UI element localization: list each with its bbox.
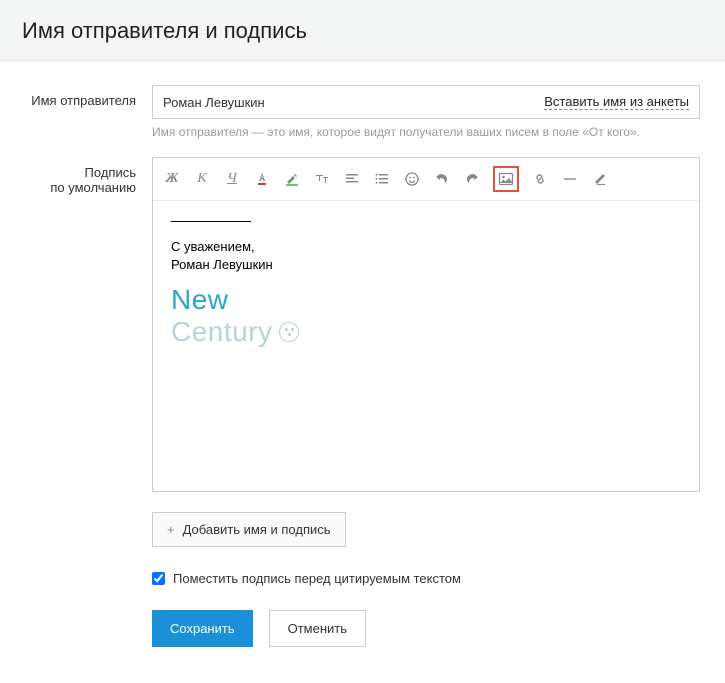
- add-signature-label: Добавить имя и подпись: [183, 522, 331, 537]
- horizontal-rule-button[interactable]: [561, 170, 579, 188]
- emoji-button[interactable]: [403, 170, 421, 188]
- signature-line1: С уважением,: [171, 239, 255, 254]
- logo-line1: New: [171, 284, 681, 316]
- text-color-button[interactable]: [253, 170, 271, 188]
- clear-format-button[interactable]: [591, 170, 609, 188]
- page-title: Имя отправителя и подпись: [22, 18, 703, 44]
- sender-input-wrap: Вставить имя из анкеты: [152, 85, 700, 119]
- editor-body[interactable]: С уважением, Роман Левушкин New Century: [153, 201, 699, 491]
- signature-logo: New Century: [171, 284, 681, 348]
- insert-from-profile-link[interactable]: Вставить имя из анкеты: [544, 94, 689, 110]
- save-button[interactable]: Сохранить: [152, 610, 253, 647]
- sender-hint: Имя отправителя — это имя, которое видят…: [152, 125, 700, 139]
- signature-label-line2: по умолчанию: [50, 180, 136, 195]
- sender-name-input[interactable]: [153, 86, 544, 118]
- list-button[interactable]: [373, 170, 391, 188]
- redo-button[interactable]: [463, 170, 481, 188]
- bold-button[interactable]: Ж: [163, 170, 181, 188]
- signature-label-line1: Подпись: [85, 165, 136, 180]
- sender-row: Имя отправителя Вставить имя из анкеты И…: [0, 85, 703, 139]
- place-before-quote-checkbox[interactable]: [152, 572, 165, 585]
- signature-line2: Роман Левушкин: [171, 257, 273, 272]
- place-before-quote-label: Поместить подпись перед цитируемым текст…: [173, 571, 461, 586]
- logo-icon: [279, 322, 299, 342]
- align-button[interactable]: [343, 170, 361, 188]
- italic-button[interactable]: К: [193, 170, 211, 188]
- actions-row: Сохранить Отменить: [152, 610, 700, 647]
- content: Имя отправителя Вставить имя из анкеты И…: [0, 61, 725, 683]
- signature-text: С уважением, Роман Левушкин: [171, 238, 681, 274]
- signature-editor: Ж К Ч: [152, 157, 700, 492]
- font-size-button[interactable]: [313, 170, 331, 188]
- place-before-quote-row[interactable]: Поместить подпись перед цитируемым текст…: [152, 571, 700, 586]
- plus-icon: +: [167, 522, 175, 537]
- signature-divider: [171, 221, 251, 222]
- logo-line2-text: Century: [171, 316, 273, 348]
- editor-toolbar: Ж К Ч: [153, 158, 699, 201]
- highlight-color-button[interactable]: [283, 170, 301, 188]
- cancel-button[interactable]: Отменить: [269, 610, 366, 647]
- insert-link-button[interactable]: [531, 170, 549, 188]
- sender-label: Имя отправителя: [0, 85, 152, 139]
- underline-button[interactable]: Ч: [223, 170, 241, 188]
- insert-image-button[interactable]: [493, 166, 519, 192]
- add-signature-button[interactable]: + Добавить имя и подпись: [152, 512, 346, 547]
- signature-row: Подпись по умолчанию Ж К Ч: [0, 157, 703, 647]
- page-header: Имя отправителя и подпись: [0, 0, 725, 61]
- logo-line2: Century: [171, 316, 681, 348]
- signature-label: Подпись по умолчанию: [0, 157, 152, 647]
- undo-button[interactable]: [433, 170, 451, 188]
